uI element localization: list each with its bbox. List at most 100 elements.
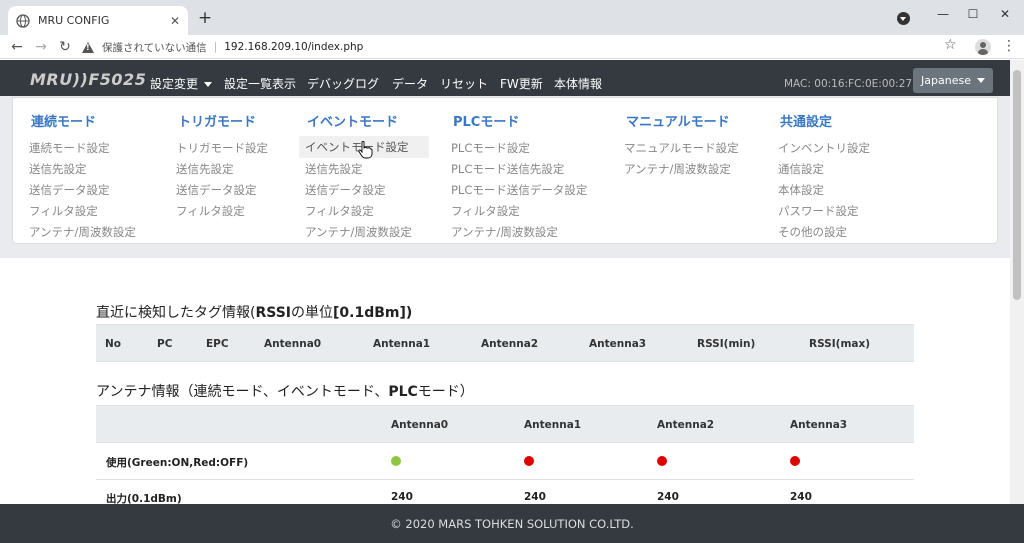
menu-common-inventory[interactable]: インベントリ設定 (772, 138, 876, 158)
tag-title-unit-label: の単位 (291, 305, 333, 321)
menu-event-filter[interactable]: フィルタ設定 (299, 201, 380, 221)
minimize-button[interactable]: — (928, 4, 958, 24)
browser-tabstrip: MRU CONFIG ✕ + — ☐ ✕ (0, 0, 1024, 35)
menu-common-password[interactable]: パスワード設定 (772, 201, 865, 221)
page-scrollbar[interactable] (1010, 60, 1024, 504)
menu-manual-mode-setting[interactable]: マニュアルモード設定 (618, 138, 745, 158)
language-label: Japanese (921, 74, 971, 87)
usage-row-label: 使用(Green:ON,Red:OFF) (106, 457, 249, 469)
antenna1-power: 240 (524, 491, 546, 503)
page-footer: © 2020 MARS TOHKEN SOLUTION CO.LTD. (0, 504, 1024, 543)
th-antenna0: Antenna0 (264, 338, 322, 350)
menu-continuous-mode-setting[interactable]: 連続モード設定 (23, 138, 116, 158)
insecure-label: 保護されていない通信 (102, 41, 207, 54)
antenna3-power: 240 (790, 491, 812, 503)
ant-th-antenna0: Antenna0 (391, 419, 449, 431)
maximize-button[interactable]: ☐ (958, 4, 988, 24)
th-epc: EPC (206, 338, 229, 350)
menu-col-event-title: イベントモード (307, 115, 399, 130)
menu-common-device[interactable]: 本体設定 (772, 180, 830, 200)
nav-settings-change-label: 設定変更 (150, 77, 199, 91)
ant-th-antenna2: Antenna2 (657, 419, 715, 431)
menu-manual-antenna[interactable]: アンテナ/周波数設定 (618, 159, 737, 179)
bookmark-star-icon[interactable]: ☆ (944, 37, 957, 53)
nav-device-info[interactable]: 本体情報 (554, 75, 602, 92)
antenna2-status-dot (657, 456, 667, 466)
th-no: No (105, 338, 122, 350)
antenna2-power: 240 (657, 491, 679, 503)
menu-col-trigger-title: トリガモード (178, 115, 257, 130)
menu-trigger-filter[interactable]: フィルタ設定 (170, 201, 251, 221)
nav-settings-change[interactable]: 設定変更 (150, 75, 213, 92)
nav-debug-log[interactable]: デバッグログ (307, 75, 379, 92)
menu-trigger-mode-setting[interactable]: トリガモード設定 (170, 138, 274, 158)
menu-plc-filter[interactable]: フィルタ設定 (445, 201, 526, 221)
tag-title-text: 直近に検知したタグ情報( (96, 305, 256, 321)
scrollbar-thumb[interactable] (1013, 70, 1021, 300)
reload-icon[interactable]: ↻ (56, 37, 74, 57)
omnibox-separator: | (213, 41, 218, 53)
menu-col-manual-title: マニュアルモード (626, 115, 730, 130)
ant-th-antenna1: Antenna1 (524, 419, 582, 431)
th-rssi-min: RSSI(min) (697, 338, 756, 350)
antenna0-power: 240 (391, 491, 413, 503)
antenna-table-header: Antenna0 Antenna1 Antenna2 Antenna3 (96, 405, 914, 443)
antenna-title-plc: PLC (388, 384, 418, 400)
menu-event-send-data[interactable]: 送信データ設定 (299, 180, 392, 200)
menu-common-communication[interactable]: 通信設定 (772, 159, 830, 179)
language-dropdown[interactable]: Japanese (913, 68, 993, 93)
th-antenna3: Antenna3 (589, 338, 647, 350)
tab-close-icon[interactable]: ✕ (170, 14, 180, 28)
menu-continuous-filter[interactable]: フィルタ設定 (23, 201, 104, 221)
nav-data[interactable]: データ (392, 75, 428, 92)
caret-down-icon (204, 82, 213, 87)
account-icon[interactable] (975, 39, 991, 55)
back-icon[interactable]: ← (8, 37, 26, 57)
menu-event-antenna[interactable]: アンテナ/周波数設定 (299, 222, 418, 242)
tag-title-unit: [0.1dBm]) (333, 305, 413, 321)
address-bar[interactable]: 保護されていない通信 | 192.168.209.10/index.php (82, 36, 970, 58)
antenna-title-text: アンテナ情報（連続モード、イベントモード、 (96, 384, 389, 400)
menu-plc-antenna[interactable]: アンテナ/周波数設定 (445, 222, 564, 242)
brand-logo: MRU))F5025 (30, 70, 147, 89)
menu-trigger-destination[interactable]: 送信先設定 (170, 159, 240, 179)
menu-backdrop: 連続モード 連続モード設定 送信先設定 送信データ設定 フィルタ設定 アンテナ/… (0, 96, 1010, 258)
antenna0-status-dot (391, 456, 401, 466)
warning-icon (82, 41, 94, 53)
tag-info-title: 直近に検知したタグ情報(RSSIの単位[0.1dBm]) (96, 302, 412, 322)
antenna-info-title: アンテナ情報（連続モード、イベントモード、PLCモード） (96, 381, 474, 401)
menu-plc-send-data[interactable]: PLCモード送信データ設定 (445, 180, 593, 200)
ant-th-antenna3: Antenna3 (790, 419, 848, 431)
menu-continuous-destination[interactable]: 送信先設定 (23, 159, 93, 179)
close-window-button[interactable]: ✕ (990, 4, 1020, 24)
tab-search-icon[interactable] (897, 12, 910, 25)
th-pc: PC (157, 338, 173, 350)
nav-settings-list[interactable]: 設定一覧表示 (224, 75, 296, 92)
url-text: 192.168.209.10/index.php (224, 41, 364, 53)
menu-common-other[interactable]: その他の設定 (772, 222, 853, 242)
menu-plc-destination[interactable]: PLCモード送信先設定 (445, 159, 570, 179)
th-antenna2: Antenna2 (481, 338, 539, 350)
browser-toolbar: ← → ↻ 保護されていない通信 | 192.168.209.10/index.… (0, 35, 1024, 59)
copyright-text: © 2020 MARS TOHKEN SOLUTION CO.LTD. (390, 516, 634, 531)
antenna3-status-dot (790, 456, 800, 466)
hand-cursor-icon (358, 141, 373, 159)
th-rssi-max: RSSI(max) (809, 338, 871, 350)
menu-trigger-send-data[interactable]: 送信データ設定 (170, 180, 263, 200)
mac-address: MAC: 00:16:FC:0E:00:27 (784, 78, 913, 90)
menu-continuous-send-data[interactable]: 送信データ設定 (23, 180, 116, 200)
nav-reset[interactable]: リセット (440, 75, 488, 92)
nav-fw-update[interactable]: FW更新 (500, 75, 543, 92)
forward-icon[interactable]: → (32, 37, 50, 57)
menu-plc-mode-setting[interactable]: PLCモード設定 (445, 138, 536, 158)
browser-tab[interactable]: MRU CONFIG ✕ (8, 6, 188, 35)
th-antenna1: Antenna1 (373, 338, 431, 350)
settings-mega-menu: 連続モード 連続モード設定 送信先設定 送信データ設定 フィルタ設定 アンテナ/… (12, 97, 998, 244)
menu-event-destination[interactable]: 送信先設定 (299, 159, 369, 179)
menu-continuous-antenna[interactable]: アンテナ/周波数設定 (23, 222, 142, 242)
menu-col-continuous-title: 連続モード (31, 115, 97, 130)
new-tab-button[interactable]: + (196, 8, 214, 28)
menu-kebab-icon[interactable]: ⋮ (1002, 38, 1016, 54)
tab-title: MRU CONFIG (38, 14, 110, 27)
menu-col-common-title: 共通設定 (780, 115, 833, 130)
